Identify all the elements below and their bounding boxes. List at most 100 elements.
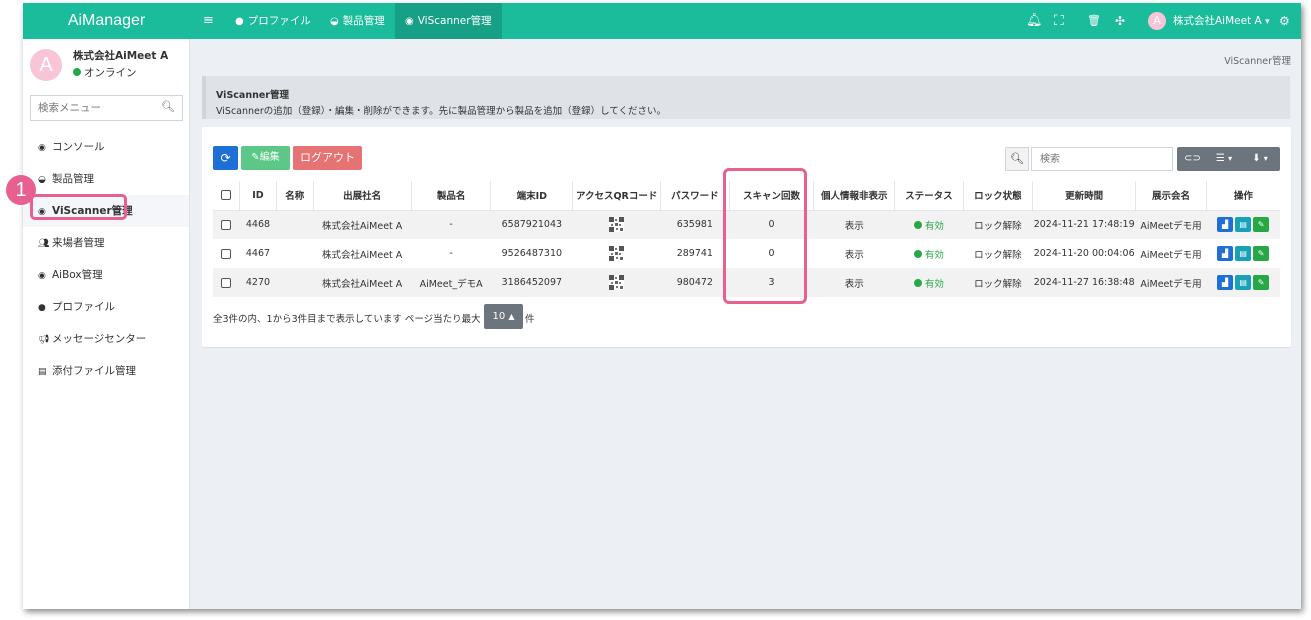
column-header[interactable]: ロック状態 bbox=[962, 181, 1033, 211]
sidebar-item-label: 製品管理 bbox=[52, 173, 94, 185]
column-header[interactable]: アクセスQRコード bbox=[572, 181, 661, 211]
toggle-view-button[interactable]: ⊂⊃ bbox=[1177, 147, 1208, 171]
sidebar-item-messages[interactable]: 📢︎ メッセージセンター bbox=[23, 323, 189, 355]
chevron-down-icon: ▾ bbox=[1263, 154, 1268, 163]
cell-product: - bbox=[449, 219, 453, 231]
nav-products-label: 製品管理 bbox=[342, 15, 385, 27]
document-icon[interactable]: ▤ bbox=[1235, 275, 1252, 290]
export-button[interactable]: ⬇ ▾ bbox=[1240, 147, 1280, 171]
row-select-cell bbox=[213, 268, 240, 297]
download-icon: ⬇ bbox=[1252, 153, 1261, 164]
user-menu[interactable]: 株式会社AiMeet A ▾ bbox=[1173, 3, 1270, 39]
cell-exhibitor: 株式会社AiMeet A bbox=[322, 220, 403, 232]
search-icon[interactable]: 🔍︎ bbox=[161, 100, 175, 113]
highlight-box bbox=[30, 194, 127, 220]
qr-code-icon[interactable] bbox=[609, 246, 625, 261]
column-header[interactable]: 製品名 bbox=[410, 181, 491, 211]
row-select-cell bbox=[213, 239, 240, 268]
sidebar-item-products[interactable]: ◒ 製品管理 bbox=[23, 163, 189, 195]
pagination-suffix: 件 bbox=[525, 314, 535, 325]
sidebar-item-aibox[interactable]: ◉ AiBox管理 bbox=[23, 259, 189, 291]
cell-product: - bbox=[449, 248, 453, 259]
sidebar-item-profile[interactable]: ● プロファイル bbox=[23, 291, 189, 323]
cogs-icon[interactable]: ⚙︎ bbox=[1279, 3, 1290, 39]
cell-actions: ▟ ▤ ✎ bbox=[1206, 210, 1280, 239]
page-size-select[interactable]: 10 ▲ bbox=[484, 304, 523, 329]
chart-icon[interactable]: ▟ bbox=[1217, 246, 1234, 261]
column-header[interactable]: 展示会名 bbox=[1135, 181, 1207, 211]
cell-id: 4468 bbox=[245, 219, 271, 231]
sidebar-item-label: コンソール bbox=[52, 141, 105, 153]
column-header: 操作 bbox=[1205, 181, 1280, 211]
columns-button[interactable]: ☰ ▾ bbox=[1208, 147, 1240, 171]
sidebar-item-console[interactable]: ◉ コンソール bbox=[23, 131, 189, 163]
fullscreen-icon[interactable]: ⛶ bbox=[1054, 3, 1064, 39]
expand-icon[interactable]: ✣ bbox=[1115, 3, 1125, 39]
edit-button[interactable]: ✎編集 bbox=[241, 146, 290, 170]
cell-password: 980472 bbox=[676, 277, 713, 288]
column-header[interactable]: 名称 bbox=[275, 181, 314, 211]
row-checkbox[interactable] bbox=[221, 277, 232, 288]
cell-actions: ▟ ▤ ✎ bbox=[1206, 239, 1280, 268]
cell-device-id: 6587921043 bbox=[501, 219, 563, 231]
cell-lock: ロック解除 bbox=[974, 220, 1022, 232]
sidebar: A 株式会社AiMeet A オンライン 🔍︎ ◉コンソール ◒製品管理 ◉Vi… bbox=[23, 39, 190, 609]
status-badge: 有効 bbox=[924, 278, 944, 290]
cell-exhibition: AiMeetデモ用 bbox=[1140, 278, 1202, 290]
bell-icon[interactable]: 🔔︎ bbox=[1026, 3, 1043, 39]
sidebar-item-visitors[interactable]: 👥︎ 来場者管理 bbox=[23, 227, 189, 259]
pencil-icon[interactable]: ✎ bbox=[1253, 246, 1270, 261]
pagination-summary: 全3件の内、1から3件目まで表示しています ページ当たり最大 bbox=[213, 314, 481, 325]
document-icon[interactable]: ▤ bbox=[1235, 246, 1252, 261]
cell-exhibition: AiMeetデモ用 bbox=[1140, 249, 1202, 261]
column-header[interactable]: ID bbox=[239, 181, 277, 211]
box-icon: ◒ bbox=[330, 16, 339, 27]
column-header[interactable]: 端末ID bbox=[490, 181, 573, 211]
edit-label: 編集 bbox=[259, 152, 280, 163]
nav-products[interactable]: ◒ 製品管理 bbox=[330, 3, 385, 39]
online-dot-icon bbox=[73, 68, 81, 76]
cell-exhibitor: 株式会社AiMeet A bbox=[322, 249, 403, 261]
status-label: オンライン bbox=[84, 67, 137, 79]
qr-code-icon[interactable] bbox=[609, 217, 625, 233]
highlight-box bbox=[723, 168, 807, 304]
refresh-button[interactable]: ⟳ bbox=[213, 146, 238, 170]
dashboard-icon: ◉ bbox=[38, 143, 46, 153]
search-icon[interactable]: 🔍︎ bbox=[1005, 147, 1029, 171]
refresh-icon: ⟳ bbox=[220, 151, 231, 165]
user-avatar[interactable]: A bbox=[1148, 12, 1166, 30]
column-header[interactable]: ステータス bbox=[894, 181, 964, 211]
logout-button[interactable]: ログアウト bbox=[293, 146, 362, 170]
chart-icon[interactable]: ▟ bbox=[1217, 275, 1234, 290]
cell-product: AiMeet_デモA bbox=[419, 278, 483, 290]
column-header[interactable]: 出展社名 bbox=[312, 181, 412, 211]
chart-icon[interactable]: ▟ bbox=[1217, 217, 1234, 233]
dashboard-icon: ◉ bbox=[38, 271, 46, 281]
column-header[interactable]: 更新時間 bbox=[1032, 181, 1136, 211]
qr-code-icon[interactable] bbox=[609, 275, 625, 290]
nav-profile[interactable]: ● プロファイル bbox=[235, 3, 311, 39]
trash-icon[interactable]: 🗑︎ bbox=[1087, 3, 1101, 39]
row-checkbox[interactable] bbox=[221, 248, 232, 259]
sidebar-search-input[interactable] bbox=[31, 96, 151, 120]
brand-logo[interactable]: AiManager bbox=[23, 3, 190, 39]
pencil-icon[interactable]: ✎ bbox=[1253, 217, 1270, 233]
chevron-up-icon: ▲ bbox=[508, 312, 515, 321]
nav-viscanner[interactable]: ◉ ViScanner管理 bbox=[395, 3, 502, 39]
table-search bbox=[1031, 147, 1173, 171]
nav-profile-label: プロファイル bbox=[247, 15, 311, 27]
sidebar-item-attachments[interactable]: ▤ 添付ファイル管理 bbox=[23, 355, 189, 387]
column-header[interactable]: パスワード bbox=[660, 181, 730, 211]
bullhorn-icon: 📢︎ bbox=[38, 335, 50, 345]
box-icon: ◒ bbox=[38, 175, 46, 185]
column-header[interactable]: 個人情報非表示 bbox=[813, 181, 895, 211]
user-name-label: 株式会社AiMeet A bbox=[1173, 15, 1262, 27]
row-select-cell bbox=[213, 210, 240, 239]
row-checkbox[interactable] bbox=[221, 219, 232, 230]
table-search-input[interactable] bbox=[1032, 148, 1162, 170]
pencil-icon[interactable]: ✎ bbox=[1253, 275, 1270, 290]
select-all-checkbox[interactable] bbox=[221, 190, 232, 201]
breadcrumb: ViScanner管理 bbox=[1224, 56, 1291, 67]
document-icon[interactable]: ▤ bbox=[1235, 217, 1252, 233]
bars-icon[interactable]: ≡ bbox=[203, 3, 214, 39]
